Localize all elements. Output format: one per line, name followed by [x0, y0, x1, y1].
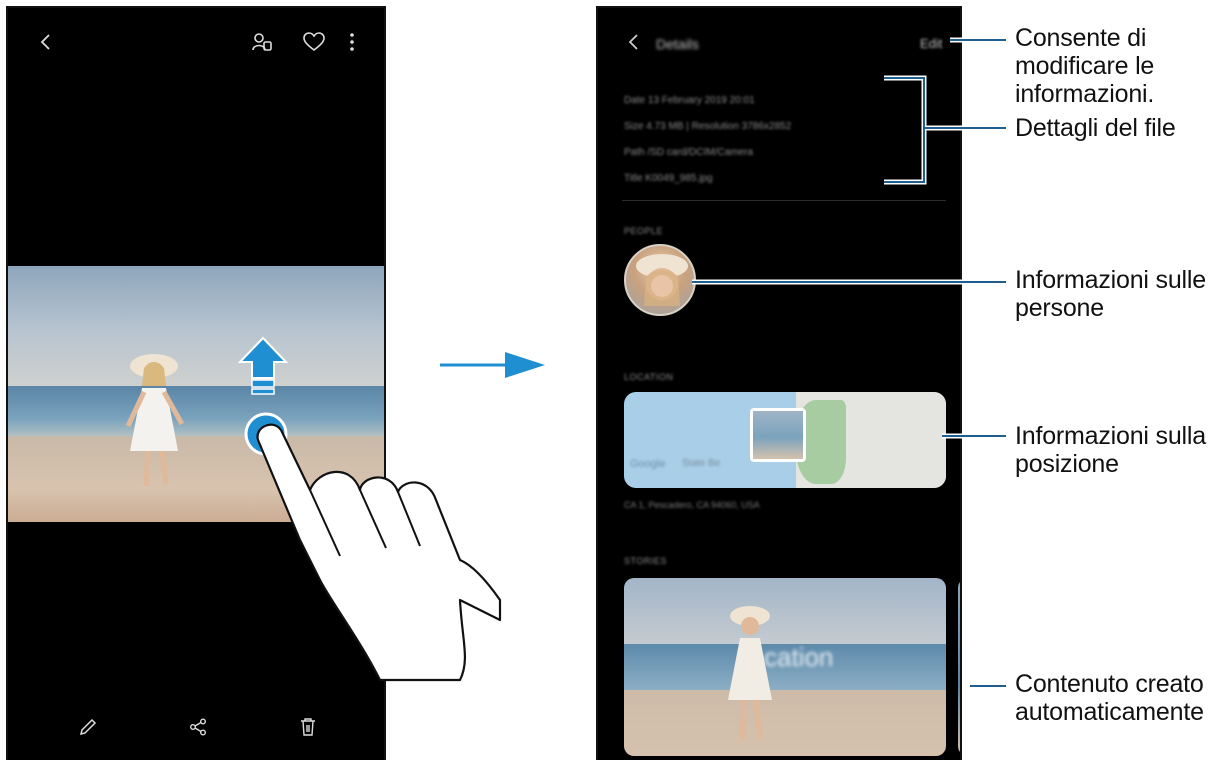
- detail-path: Path /SD card/DCIM/Camera: [624, 147, 753, 158]
- share-button[interactable]: [182, 711, 214, 743]
- delete-button[interactable]: [292, 711, 324, 743]
- location-section-label: LOCATION: [624, 372, 674, 382]
- heart-icon: [303, 32, 325, 52]
- more-vertical-icon: [350, 33, 354, 51]
- callout-file-details-line-1: Dettagli del file: [1015, 114, 1176, 142]
- callout-location-line-2: posizione: [1015, 450, 1119, 478]
- file-details: Date 13 February 2019 20:01 Size 4.73 MB…: [624, 88, 924, 192]
- tag-people-button[interactable]: [246, 26, 278, 58]
- location-address: CA 1, Pescadero, CA 94060, USA: [624, 500, 760, 510]
- favorite-button[interactable]: [298, 26, 330, 58]
- callout-file-details: Dettagli del file: [1015, 114, 1176, 142]
- map-label: State Be: [682, 458, 721, 469]
- divider: [622, 200, 946, 201]
- callout-edit: Consente di modificare le informazioni.: [1015, 24, 1154, 108]
- share-icon: [190, 718, 206, 736]
- details-title: Details: [656, 36, 699, 52]
- callout-stories-line-2: automaticamente: [1015, 698, 1204, 726]
- story-title: cation: [764, 642, 834, 672]
- more-options-button[interactable]: [336, 26, 368, 58]
- detail-size: Size 4.73 MB | Resolution 3786x2852: [624, 121, 792, 132]
- details-back-button[interactable]: [618, 26, 650, 58]
- callout-stories-line-1: Contenuto creato: [1015, 670, 1204, 698]
- details-screen: Details Edit Date 13 February 2019 20:01…: [596, 6, 962, 760]
- girl-figure: [125, 354, 185, 487]
- person-avatar[interactable]: [624, 244, 696, 316]
- location-map[interactable]: Google State Be: [624, 392, 946, 488]
- photo[interactable]: [8, 266, 384, 522]
- detail-title: Title K0049_985.jpg: [624, 173, 713, 184]
- callout-location-line-1: Informazioni sulla: [1015, 422, 1206, 450]
- callout-edit-line-1: Consente di: [1015, 24, 1147, 52]
- detail-date: Date 13 February 2019 20:01: [624, 95, 755, 106]
- callout-people: Informazioni sulle persone: [1015, 266, 1206, 322]
- stories-section-label: STORIES: [624, 556, 667, 566]
- map-brand: Google: [630, 458, 666, 470]
- callout-people-line-1: Informazioni sulle: [1015, 266, 1206, 294]
- chevron-left-icon: [40, 34, 50, 50]
- chevron-left-icon: [628, 34, 638, 50]
- story-card-next[interactable]: [958, 578, 960, 756]
- story-card[interactable]: cation: [624, 578, 946, 756]
- back-button[interactable]: [30, 26, 62, 58]
- pencil-icon: [79, 718, 97, 736]
- tag-people-icon: [252, 33, 272, 51]
- map-photo-pin: [750, 408, 806, 462]
- trash-icon: [301, 718, 315, 736]
- people-section-label: PEOPLE: [624, 226, 664, 236]
- edit-button[interactable]: Edit: [920, 36, 942, 51]
- callout-location: Informazioni sulla posizione: [1015, 422, 1206, 478]
- callout-edit-line-3: informazioni.: [1015, 80, 1155, 108]
- person-face: [636, 254, 688, 306]
- gallery-viewer-screen: [6, 6, 386, 760]
- transition-arrow-icon: [440, 352, 545, 378]
- story-girl-figure: [728, 606, 772, 741]
- callout-stories: Contenuto creato automaticamente: [1015, 670, 1204, 726]
- callout-people-line-2: persone: [1015, 294, 1104, 322]
- edit-button[interactable]: [72, 711, 104, 743]
- callout-edit-line-2: modificare le: [1015, 52, 1155, 80]
